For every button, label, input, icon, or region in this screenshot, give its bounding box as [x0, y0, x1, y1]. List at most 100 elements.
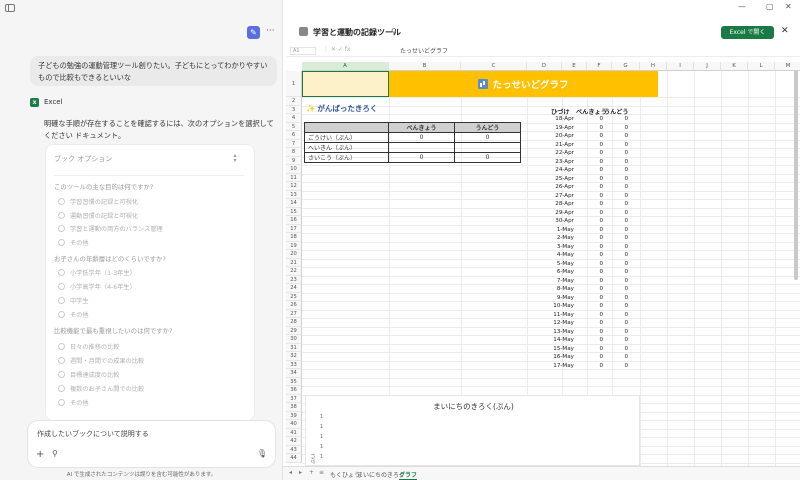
- radio-icon[interactable]: [58, 343, 65, 350]
- sheet-tab-goal[interactable]: もくひょう: [330, 470, 360, 479]
- option-item[interactable]: 目標達成度の比較: [58, 370, 120, 379]
- row-header[interactable]: 12: [286, 182, 302, 191]
- cell-value[interactable]: 0: [388, 152, 455, 163]
- option-item[interactable]: 週間・月間での成果の比較: [58, 356, 144, 365]
- radio-icon[interactable]: [58, 225, 65, 232]
- column-header[interactable]: E: [562, 62, 587, 71]
- column-header[interactable]: C: [461, 62, 527, 71]
- prompt-input[interactable]: 作成したいブックについて説明する + ⚲ 🎙: [28, 421, 275, 467]
- header-cell[interactable]: うんどう: [454, 122, 521, 133]
- pin-icon[interactable]: ⚲: [391, 27, 397, 36]
- row-header[interactable]: 33: [286, 360, 302, 369]
- cell-value[interactable]: 0: [454, 132, 521, 143]
- row-header[interactable]: 5: [286, 122, 302, 131]
- column-header[interactable]: F: [587, 62, 612, 71]
- vertical-scrollbar[interactable]: [794, 70, 798, 280]
- radio-icon[interactable]: [58, 297, 65, 304]
- radio-icon[interactable]: [58, 198, 65, 205]
- row-header[interactable]: 41: [286, 428, 302, 437]
- log-value-cell[interactable]: 0: [581, 362, 603, 371]
- column-header[interactable]: B: [389, 62, 461, 71]
- row-header[interactable]: 3: [286, 105, 302, 114]
- name-box[interactable]: A1: [290, 47, 316, 55]
- radio-icon[interactable]: [58, 371, 65, 378]
- cell-value[interactable]: 0: [388, 132, 455, 143]
- option-item[interactable]: 学習と運動の両方のバランス管理: [58, 224, 163, 233]
- cell-value[interactable]: 0: [454, 152, 521, 163]
- row-header[interactable]: 7: [286, 139, 302, 148]
- row-label[interactable]: へいきん（ぷん）: [304, 142, 389, 153]
- column-header[interactable]: A: [302, 62, 389, 71]
- radio-icon[interactable]: [58, 269, 65, 276]
- row-header[interactable]: 23: [286, 275, 302, 284]
- window-close-icon[interactable]: ✕: [785, 2, 792, 11]
- row-header[interactable]: 18: [286, 233, 302, 242]
- maximize-icon[interactable]: ▢: [766, 2, 774, 11]
- column-header[interactable]: K: [721, 62, 748, 71]
- row-header[interactable]: 38: [286, 403, 302, 412]
- row-header[interactable]: 9: [286, 156, 302, 165]
- row-header[interactable]: 26: [286, 301, 302, 310]
- row-header[interactable]: 27: [286, 309, 302, 318]
- row-header[interactable]: 30: [286, 335, 302, 344]
- plus-icon[interactable]: +: [36, 449, 44, 460]
- row-header[interactable]: 31: [286, 343, 302, 352]
- row-header[interactable]: 16: [286, 216, 302, 225]
- selected-cell-a1[interactable]: [302, 71, 389, 97]
- spreadsheet-grid[interactable]: ABCDEFGHIJKLM 1 2 3 4 5 6 7 8 9 10 11 12 13 14 15 16 17 1…: [286, 62, 800, 466]
- row-header[interactable]: 14: [286, 199, 302, 208]
- row-header[interactable]: 1: [286, 71, 302, 97]
- row-header[interactable]: 42: [286, 437, 302, 446]
- log-value-cell[interactable]: 0: [606, 362, 628, 371]
- sheet-tab-graph[interactable]: グラフ: [399, 470, 418, 480]
- row-header[interactable]: 40: [286, 420, 302, 429]
- new-chat-button[interactable]: ✎: [247, 26, 260, 39]
- radio-icon[interactable]: [58, 385, 65, 392]
- daily-record-chart[interactable]: まいにちのきろく(ぷん) 1 1 1 1 1 ぷん): [305, 395, 640, 466]
- add-sheet-icon[interactable]: +: [309, 469, 314, 476]
- microphone-icon[interactable]: 🎙: [257, 449, 267, 458]
- column-header[interactable]: G: [612, 62, 640, 71]
- option-item[interactable]: 複数のお子さん間での比較: [58, 384, 144, 393]
- radio-icon[interactable]: [58, 212, 65, 219]
- option-item[interactable]: その他: [58, 310, 89, 319]
- option-item[interactable]: その他: [58, 238, 89, 247]
- column-header[interactable]: J: [694, 62, 721, 71]
- option-item[interactable]: 学習習慣の記録と可視化: [58, 197, 138, 206]
- open-in-excel-button[interactable]: Excel で開く: [721, 26, 774, 39]
- next-sheet-icon[interactable]: ▸: [299, 469, 302, 476]
- radio-icon[interactable]: [58, 239, 65, 246]
- tools-icon[interactable]: ⚲: [52, 449, 58, 458]
- row-header[interactable]: 20: [286, 250, 302, 259]
- formula-content[interactable]: たっせいどグラフ: [400, 46, 448, 55]
- row-header[interactable]: 25: [286, 292, 302, 301]
- column-header[interactable]: I: [667, 62, 694, 71]
- row-header[interactable]: 44: [286, 454, 302, 463]
- row-header[interactable]: 13: [286, 190, 302, 199]
- row-header[interactable]: 19: [286, 241, 302, 250]
- radio-icon[interactable]: [58, 399, 65, 406]
- row-header[interactable]: 28: [286, 318, 302, 327]
- all-sheets-icon[interactable]: ≡: [319, 469, 324, 476]
- row-header[interactable]: 8: [286, 148, 302, 157]
- option-item[interactable]: その他: [58, 398, 89, 407]
- row-header[interactable]: 10: [286, 165, 302, 174]
- row-header[interactable]: 6: [286, 131, 302, 140]
- radio-icon[interactable]: [58, 283, 65, 290]
- row-header[interactable]: 39: [286, 411, 302, 420]
- minimize-icon[interactable]: —: [738, 2, 746, 11]
- close-icon[interactable]: ✕: [781, 26, 789, 36]
- row-header[interactable]: 32: [286, 352, 302, 361]
- sheet-tab-daily[interactable]: まいにちのきろく: [357, 470, 405, 479]
- row-header[interactable]: 4: [286, 114, 302, 123]
- row-label[interactable]: ごうけい（ぷん）: [304, 132, 389, 143]
- column-header[interactable]: D: [527, 62, 562, 71]
- more-options-icon[interactable]: ···: [266, 26, 275, 36]
- radio-icon[interactable]: [58, 311, 65, 318]
- row-header[interactable]: 21: [286, 258, 302, 267]
- row-header[interactable]: 24: [286, 284, 302, 293]
- row-header[interactable]: 29: [286, 326, 302, 335]
- row-header[interactable]: 36: [286, 386, 302, 395]
- column-header[interactable]: L: [748, 62, 775, 71]
- log-date-cell[interactable]: 17-May: [548, 362, 574, 371]
